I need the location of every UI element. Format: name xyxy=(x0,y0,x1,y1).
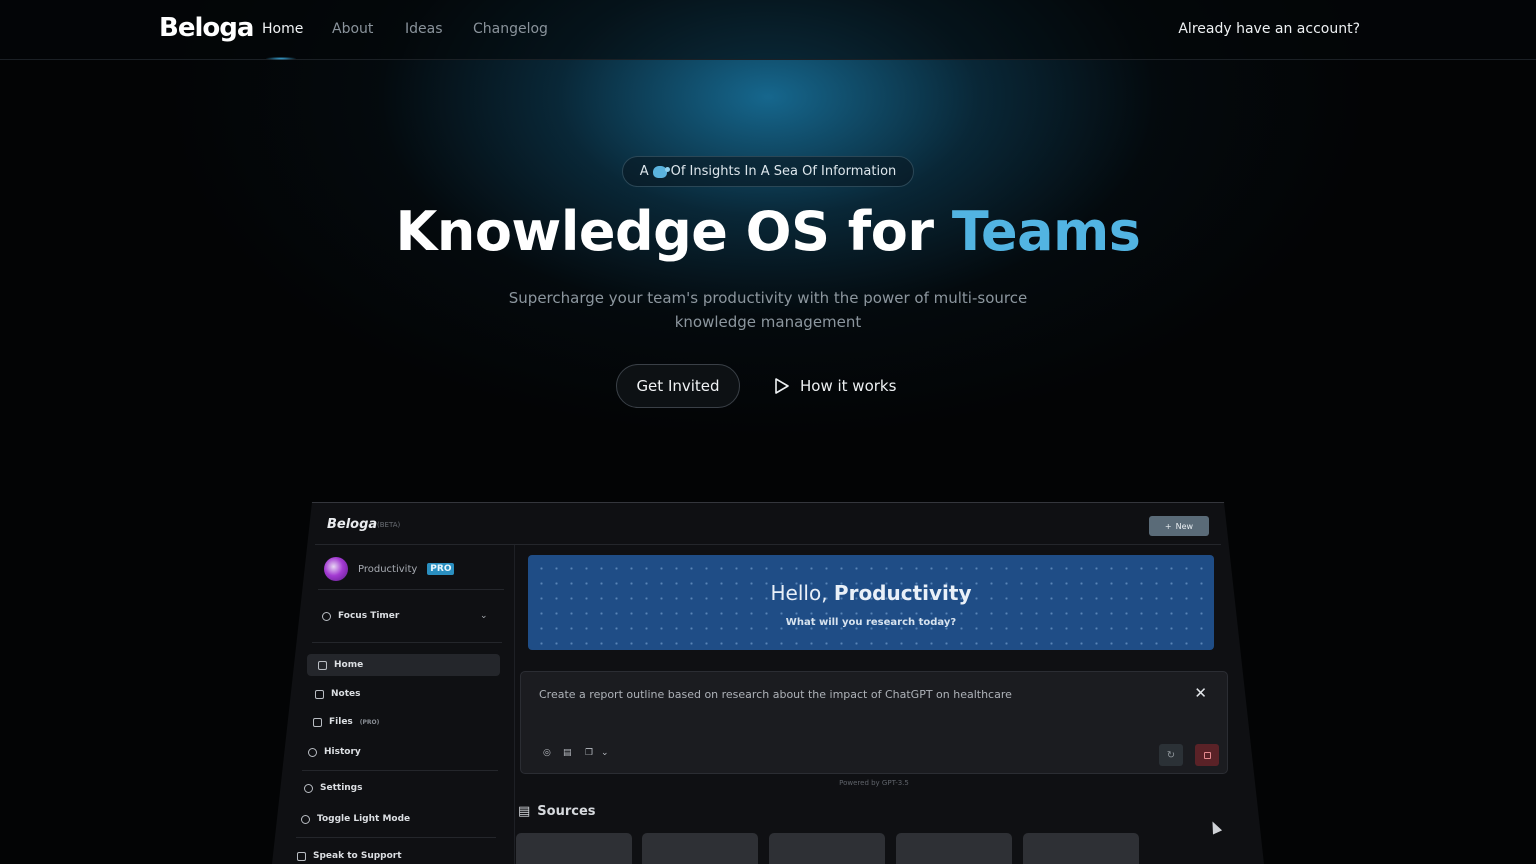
sidebar-item-label: Notes xyxy=(331,689,361,699)
globe-icon[interactable]: ◎ xyxy=(543,748,551,758)
document-icon[interactable]: ▤ xyxy=(563,748,572,758)
mouse-cursor xyxy=(1207,819,1223,835)
refresh-button[interactable]: ↻ xyxy=(1159,744,1183,766)
gear-icon xyxy=(304,783,313,793)
nav-ideas[interactable]: Ideas xyxy=(405,21,443,37)
sidebar-item-label: Settings xyxy=(320,783,363,793)
clock-icon xyxy=(322,611,331,621)
sidebar-item-home[interactable]: Home xyxy=(318,660,363,670)
sidebar-separator xyxy=(514,545,515,864)
focus-timer-toggle[interactable]: Focus Timer xyxy=(322,611,399,621)
workspace-avatar xyxy=(324,557,348,581)
greeting-banner: Hello, Productivity What will you resear… xyxy=(528,555,1214,650)
greeting-name: Productivity xyxy=(833,581,972,605)
sidebar-divider xyxy=(318,589,504,590)
how-it-works-label: How it works xyxy=(800,377,897,395)
history-icon xyxy=(308,747,317,757)
how-it-works-button[interactable]: How it works xyxy=(774,364,896,408)
new-button[interactable]: + New xyxy=(1149,516,1209,536)
page-title: Knowledge OS for Teams xyxy=(0,200,1536,263)
greeting-question: What will you research today? xyxy=(785,617,957,628)
sidebar-item-toggle-light[interactable]: Toggle Light Mode xyxy=(301,814,410,824)
sidebar-divider xyxy=(296,837,496,838)
sidebar-item-files[interactable]: Files (PRO) xyxy=(313,717,379,727)
badge-text: Of Insights In A Sea Of Information xyxy=(670,164,897,179)
sidebar-divider xyxy=(302,770,498,771)
prompt-input[interactable]: Create a report outline based on researc… xyxy=(520,671,1228,774)
workspace-name: Productivity xyxy=(358,563,418,575)
nav-about[interactable]: About xyxy=(332,21,373,37)
source-card[interactable] xyxy=(896,833,1012,864)
play-icon xyxy=(775,378,789,394)
home-icon xyxy=(318,660,327,670)
files-icon xyxy=(313,717,322,727)
source-card[interactable] xyxy=(769,833,885,864)
stop-icon xyxy=(1203,751,1211,759)
list-icon: ▤ xyxy=(518,804,531,819)
notes-icon xyxy=(315,689,324,699)
focus-timer-label: Focus Timer xyxy=(338,611,400,621)
sidebar-item-label: Speak to Support xyxy=(313,851,402,861)
badge-prefix: A xyxy=(639,164,649,179)
tagline-badge: A Of Insights In A Sea Of Information xyxy=(622,156,914,187)
prompt-text[interactable]: Create a report outline based on researc… xyxy=(539,688,1012,701)
greeting-title: Hello, Productivity xyxy=(528,581,1214,605)
get-invited-button[interactable]: Get Invited xyxy=(616,364,740,408)
sidebar-item-history[interactable]: History xyxy=(308,747,361,757)
sidebar-item-label: Toggle Light Mode xyxy=(317,814,411,824)
sidebar-item-label: History xyxy=(324,747,361,757)
source-card[interactable] xyxy=(1023,833,1139,864)
top-navigation: Beloga Home About Ideas Changelog Alread… xyxy=(0,0,1536,60)
chevron-down-icon: ⌄ xyxy=(480,611,488,621)
hero-subtitle: Supercharge your team's productivity wit… xyxy=(508,289,1028,331)
beloga-logo[interactable]: Beloga xyxy=(159,13,254,43)
sidebar-item-settings[interactable]: Settings xyxy=(304,783,362,793)
files-icon[interactable]: ❐ xyxy=(585,748,593,758)
greeting-prefix: Hello, xyxy=(770,581,834,605)
nav-changelog[interactable]: Changelog xyxy=(473,21,548,37)
sources-heading: ▤ Sources xyxy=(518,804,596,819)
whale-icon xyxy=(652,165,670,178)
headline-main: Knowledge OS for xyxy=(395,200,952,263)
app-sidebar: Productivity PRO Focus Timer ⌄ Home Note… xyxy=(270,503,515,864)
active-nav-indicator xyxy=(266,57,296,60)
powered-by: Powered by GPT-3.5 xyxy=(839,779,909,787)
sidebar-item-label: Files xyxy=(329,717,353,727)
app-preview: Beloga (BETA) + New Productivity PRO Foc… xyxy=(270,502,1266,864)
source-card[interactable] xyxy=(642,833,758,864)
sun-icon xyxy=(301,814,310,824)
sidebar-item-support[interactable]: Speak to Support xyxy=(297,851,402,861)
nav-home[interactable]: Home xyxy=(262,21,303,37)
sources-label: Sources xyxy=(537,804,596,819)
pro-tag: (PRO) xyxy=(359,718,380,726)
sidebar-item-notes[interactable]: Notes xyxy=(315,689,360,699)
new-button-label: New xyxy=(1175,521,1194,531)
account-link[interactable]: Already have an account? xyxy=(1178,21,1360,37)
workspace-selector[interactable]: Productivity PRO xyxy=(324,557,455,581)
plus-icon: + xyxy=(1164,521,1172,531)
close-icon[interactable]: ✕ xyxy=(1194,684,1207,702)
pro-badge: PRO xyxy=(427,563,455,575)
headline-accent: Teams xyxy=(951,200,1141,263)
sidebar-item-label: Home xyxy=(334,660,364,670)
sidebar-divider xyxy=(312,642,502,643)
chevron-down-icon[interactable]: ⌄ xyxy=(601,748,609,758)
stop-button[interactable] xyxy=(1195,744,1219,766)
source-card[interactable] xyxy=(516,833,632,864)
support-icon xyxy=(297,851,306,861)
